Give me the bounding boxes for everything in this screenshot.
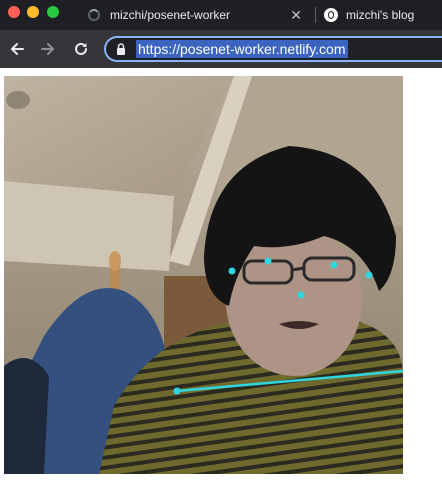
tab-mizchi-blog[interactable]: mizchi's blog [322, 0, 442, 30]
webcam-video [4, 76, 403, 474]
window-minimize-button[interactable] [27, 6, 39, 18]
tab-divider [315, 7, 316, 23]
address-bar[interactable]: https://posenet-worker.netlify.com [104, 36, 442, 62]
window-maximize-button[interactable] [47, 6, 59, 18]
lock-icon [117, 43, 125, 55]
keypoint-left-ear [365, 271, 373, 279]
tab-title: mizchi/posenet-worker [110, 8, 231, 22]
browser-toolbar: https://posenet-worker.netlify.com [0, 30, 442, 68]
window-close-button[interactable] [8, 6, 20, 18]
reload-icon [75, 42, 87, 55]
blog-favicon-icon [324, 8, 338, 22]
keypoint-right-ear [228, 267, 236, 275]
keypoint-left-eye [330, 261, 338, 269]
loading-spinner-icon [88, 9, 100, 21]
url-text[interactable]: https://posenet-worker.netlify.com [136, 40, 348, 58]
tab-title: mizchi's blog [346, 8, 415, 22]
tab-posenet-worker[interactable]: mizchi/posenet-worker ✕ [78, 0, 316, 30]
reload-button[interactable] [71, 39, 91, 59]
arrow-right-icon [41, 43, 54, 55]
webcam-frame [4, 76, 403, 474]
keypoint-left-shoulder [173, 387, 181, 395]
close-tab-icon[interactable]: ✕ [290, 7, 302, 24]
keypoint-nose [297, 291, 305, 299]
keypoint-right-eye [264, 257, 272, 265]
forward-button[interactable] [38, 39, 58, 59]
arrow-left-icon [11, 43, 24, 55]
tab-strip: mizchi/posenet-worker ✕ mizchi's blog [0, 0, 442, 30]
ceiling-light [6, 91, 30, 109]
page-content [0, 68, 442, 498]
back-button[interactable] [7, 39, 27, 59]
